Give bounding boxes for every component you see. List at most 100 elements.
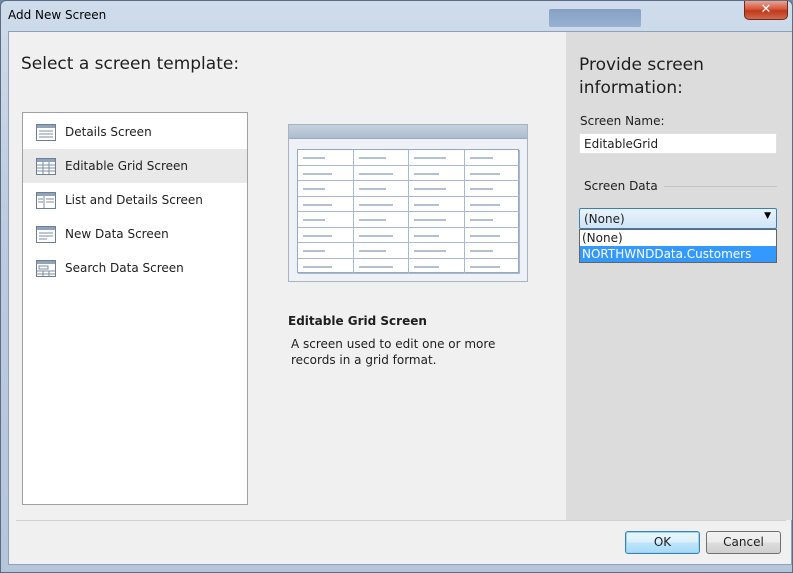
preview-cell-text-placeholder — [469, 172, 500, 175]
preview-cell-text-placeholder — [414, 250, 446, 252]
template-item-new-data[interactable]: New Data Screen — [23, 217, 247, 251]
preview-cell-text-placeholder — [303, 265, 332, 268]
template-preview-image — [288, 124, 528, 282]
preview-grid-cell — [353, 150, 409, 166]
preview-cell-text-placeholder — [469, 203, 500, 206]
background-window-ghost — [549, 9, 641, 27]
screen-data-select[interactable]: (None) ▼ — [579, 208, 777, 229]
preview-cell-text-placeholder — [303, 203, 332, 206]
preview-cell-text-placeholder — [469, 234, 500, 237]
preview-grid-cell — [298, 212, 354, 228]
preview-cell-text-placeholder — [469, 265, 500, 268]
preview-cell-text-placeholder — [358, 188, 386, 190]
screen-info-heading: Provide screen information: — [579, 55, 704, 98]
preview-grid-cell — [298, 150, 354, 166]
search-data-screen-icon — [36, 259, 56, 277]
preview-cell-text-placeholder — [469, 250, 493, 252]
preview-grid-cell — [353, 243, 409, 259]
preview-grid-cell — [464, 181, 520, 197]
ok-button[interactable]: OK — [625, 531, 700, 554]
template-item-label: List and Details Screen — [65, 193, 203, 207]
dropdown-option-none[interactable]: (None) — [580, 230, 776, 246]
preview-cell-text-placeholder — [358, 234, 393, 237]
preview-cell-text-placeholder — [414, 265, 439, 268]
title-bar[interactable]: Add New Screen ✕ — [1, 1, 792, 31]
new-data-screen-icon — [36, 225, 56, 243]
preview-grid-cell — [464, 227, 520, 243]
screen-data-dropdown-list[interactable]: (None) NORTHWNDData.Customers — [579, 229, 777, 263]
list-details-screen-icon — [36, 191, 56, 209]
preview-grid-cell — [353, 212, 409, 228]
preview-grid-cell — [464, 212, 520, 228]
screen-name-label: Screen Name: — [580, 114, 665, 128]
template-list[interactable]: Details Screen Editable Grid Screen List… — [22, 112, 248, 505]
preview-grid-cell — [298, 196, 354, 212]
screen-data-label: Screen Data — [584, 179, 664, 193]
preview-grid-cell — [409, 212, 465, 228]
preview-cell-text-placeholder — [414, 172, 439, 175]
preview-cell-text-placeholder — [469, 219, 493, 221]
template-item-label: Editable Grid Screen — [65, 159, 188, 173]
preview-grid-cell — [464, 165, 520, 181]
preview-grid-cell — [409, 165, 465, 181]
details-screen-icon — [36, 123, 56, 141]
dialog-client-area: Select a screen template: Details Screen… — [8, 31, 792, 565]
preview-cell-text-placeholder — [303, 172, 332, 175]
preview-cell-text-placeholder — [358, 265, 393, 268]
preview-grid-cell — [353, 196, 409, 212]
preview-grid-cell — [298, 181, 354, 197]
grid-screen-icon — [36, 157, 56, 175]
preview-cell-text-placeholder — [303, 219, 325, 221]
preview-grid-cell — [353, 165, 409, 181]
preview-grid-cell — [353, 227, 409, 243]
preview-grid-cell — [298, 258, 354, 274]
preview-cell-text-placeholder — [358, 219, 386, 221]
preview-grid-cell — [409, 150, 465, 166]
preview-grid-cell — [409, 243, 465, 259]
template-item-label: Search Data Screen — [65, 261, 184, 275]
screen-info-pane: Provide screen information: Screen Name:… — [566, 32, 792, 520]
preview-grid-cell — [353, 258, 409, 274]
preview-cell-text-placeholder — [414, 234, 439, 237]
preview-cell-text-placeholder — [358, 157, 386, 159]
preview-cell-text-placeholder — [469, 188, 493, 190]
template-item-label: New Data Screen — [65, 227, 169, 241]
chevron-down-icon: ▼ — [764, 211, 771, 221]
preview-cell-text-placeholder — [303, 250, 325, 252]
preview-cell-text-placeholder — [414, 219, 446, 221]
add-new-screen-dialog: Add New Screen ✕ Select a screen templat… — [0, 0, 793, 573]
template-item-details[interactable]: Details Screen — [23, 115, 247, 149]
close-button[interactable]: ✕ — [744, 1, 788, 20]
template-item-list-and-details[interactable]: List and Details Screen — [23, 183, 247, 217]
template-pane: Select a screen template: Details Screen… — [9, 32, 566, 520]
preview-cell-text-placeholder — [358, 250, 386, 252]
preview-grid-cell — [464, 196, 520, 212]
preview-grid-cell — [464, 258, 520, 274]
preview-grid — [297, 149, 520, 274]
footer-divider — [16, 520, 786, 521]
preview-grid-cell — [409, 196, 465, 212]
cancel-button[interactable]: Cancel — [706, 531, 781, 554]
preview-header-bar — [289, 125, 527, 139]
template-description-text: A screen used to edit one or more record… — [291, 337, 496, 367]
preview-grid-cell — [298, 243, 354, 259]
preview-cell-text-placeholder — [358, 172, 393, 175]
preview-grid-cell — [464, 243, 520, 259]
template-heading: Select a screen template: — [21, 54, 240, 74]
preview-grid-cell — [298, 165, 354, 181]
window-title: Add New Screen — [8, 8, 107, 22]
template-item-editable-grid[interactable]: Editable Grid Screen — [23, 149, 247, 183]
preview-cell-text-placeholder — [303, 234, 332, 237]
preview-cell-text-placeholder — [303, 188, 325, 190]
preview-grid-cell — [409, 181, 465, 197]
preview-cell-text-placeholder — [469, 157, 493, 159]
screen-name-input[interactable] — [579, 133, 777, 154]
preview-grid-cell — [409, 258, 465, 274]
close-icon: ✕ — [760, 2, 772, 17]
preview-grid-cell — [298, 227, 354, 243]
dropdown-option-northwnd-customers[interactable]: NORTHWNDData.Customers — [580, 246, 776, 262]
template-item-search-data[interactable]: Search Data Screen — [23, 251, 247, 285]
preview-grid-cell — [353, 181, 409, 197]
preview-cell-text-placeholder — [414, 157, 446, 159]
preview-grid-cell — [409, 227, 465, 243]
